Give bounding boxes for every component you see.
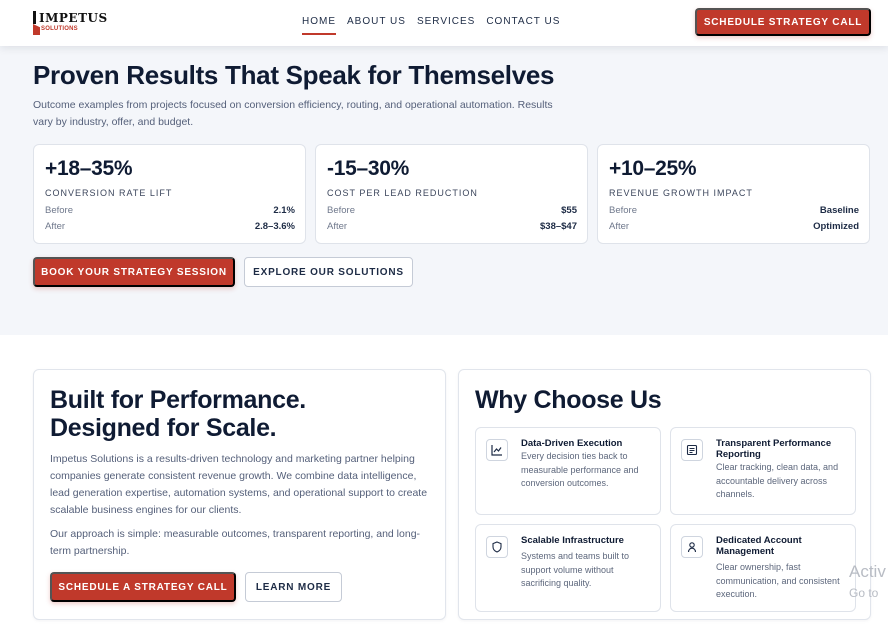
performance-approach: Our approach is simple: measurable outco… xyxy=(50,528,421,557)
why-choose-us-panel: Why Choose Us Data-Driven Execution Ever… xyxy=(458,369,871,620)
stat-row-before: Before Baseline xyxy=(609,205,859,216)
main-nav: HOME ABOUT US SERVICES CONTACT US xyxy=(302,16,560,35)
performance-description: Impetus Solutions is a results-driven te… xyxy=(50,453,428,516)
stat-label: REVENUE GROWTH IMPACT xyxy=(609,188,753,198)
after-label: After xyxy=(609,221,630,232)
feature-description: Clear ownership, fast communication, and… xyxy=(716,562,840,599)
os-activation-watermark-sub: Go to xyxy=(849,586,879,600)
shield-icon xyxy=(486,536,508,558)
feature-description: Clear tracking, clean data, and accounta… xyxy=(716,462,839,499)
stat-card-conversion: +18–35% CONVERSION RATE LIFT Before 2.1%… xyxy=(33,144,306,244)
results-title: Proven Results That Speak for Themselves xyxy=(33,60,555,90)
after-value: 2.8–3.6% xyxy=(254,221,295,232)
feature-description: Systems and teams built to support volum… xyxy=(521,551,630,588)
nav-link-services[interactable]: SERVICES xyxy=(417,16,475,35)
stat-value: -15–30% xyxy=(327,157,409,180)
stat-row-before: Before $55 xyxy=(327,205,577,216)
book-strategy-session-button[interactable]: BOOK YOUR STRATEGY SESSION xyxy=(33,257,235,287)
before-value: 2.1% xyxy=(273,205,295,216)
results-section: Proven Results That Speak for Themselves… xyxy=(0,46,888,335)
performance-title-line2: Designed for Scale. xyxy=(50,414,277,442)
schedule-strategy-call-button[interactable]: SCHEDULE STRATEGY CALL xyxy=(695,8,871,36)
before-label: Before xyxy=(609,205,637,216)
feature-title: Transparent Performance Reporting xyxy=(716,438,832,460)
performance-title: Built for Performance. Designed for Scal… xyxy=(50,386,430,442)
after-label: After xyxy=(327,221,348,232)
stat-card-revenue-growth: +10–25% REVENUE GROWTH IMPACT Before Bas… xyxy=(597,144,870,244)
chart-line-icon xyxy=(486,439,508,461)
feature-title: Scalable Infrastructure xyxy=(521,535,624,546)
stat-row-after: After Optimized xyxy=(609,221,859,232)
learn-more-button[interactable]: LEARN MORE xyxy=(245,572,342,602)
performance-title-line1: Built for Performance. xyxy=(50,386,306,414)
performance-panel: Built for Performance. Designed for Scal… xyxy=(33,369,446,620)
feature-title: Data-Driven Execution xyxy=(521,438,623,449)
before-label: Before xyxy=(327,205,355,216)
nav-link-home[interactable]: HOME xyxy=(302,16,336,35)
before-value: Baseline xyxy=(819,205,859,216)
nav-link-about[interactable]: ABOUT US xyxy=(347,16,406,35)
explore-solutions-button[interactable]: EXPLORE OUR SOLUTIONS xyxy=(244,257,413,287)
before-label: Before xyxy=(45,205,73,216)
feature-card-data-driven: Data-Driven Execution Every decision tie… xyxy=(475,427,661,515)
logo-subtitle: SOLUTIONS xyxy=(41,26,78,32)
why-title: Why Choose Us xyxy=(475,386,662,414)
results-subtitle: Outcome examples from projects focused o… xyxy=(33,99,553,128)
stat-value: +10–25% xyxy=(609,157,697,180)
stat-row-after: After $38–$47 xyxy=(327,221,577,232)
top-navbar: IMPETUS SOLUTIONS HOME ABOUT US SERVICES… xyxy=(0,0,888,46)
feature-card-account-management: Dedicated Account Management Clear owner… xyxy=(670,524,856,612)
stat-value: +18–35% xyxy=(45,157,133,180)
schedule-a-strategy-call-button[interactable]: SCHEDULE A STRATEGY CALL xyxy=(50,572,236,602)
feature-title: Dedicated Account Management xyxy=(716,535,802,557)
after-label: After xyxy=(45,221,66,232)
nav-link-contact[interactable]: CONTACT US xyxy=(486,16,560,35)
after-value: Optimized xyxy=(813,221,859,232)
feature-card-scalable-infrastructure: Scalable Infrastructure Systems and team… xyxy=(475,524,661,612)
stat-card-cost-per-lead: -15–30% COST PER LEAD REDUCTION Before $… xyxy=(315,144,588,244)
feature-card-transparent-reporting: Transparent Performance Reporting Clear … xyxy=(670,427,856,515)
feature-description: Every decision ties back to measurable p… xyxy=(521,451,639,488)
brand-logo[interactable]: IMPETUS SOLUTIONS xyxy=(33,11,107,35)
stat-label: COST PER LEAD REDUCTION xyxy=(327,188,478,198)
logo-wordmark: IMPETUS xyxy=(39,11,108,25)
stat-label: CONVERSION RATE LIFT xyxy=(45,188,173,198)
after-value: $38–$47 xyxy=(540,221,577,232)
stat-row-before: Before 2.1% xyxy=(45,205,295,216)
before-value: $55 xyxy=(561,205,577,216)
os-activation-watermark: Activ xyxy=(849,562,886,581)
report-icon xyxy=(681,439,703,461)
stat-row-after: After 2.8–3.6% xyxy=(45,221,295,232)
user-icon xyxy=(681,536,703,558)
